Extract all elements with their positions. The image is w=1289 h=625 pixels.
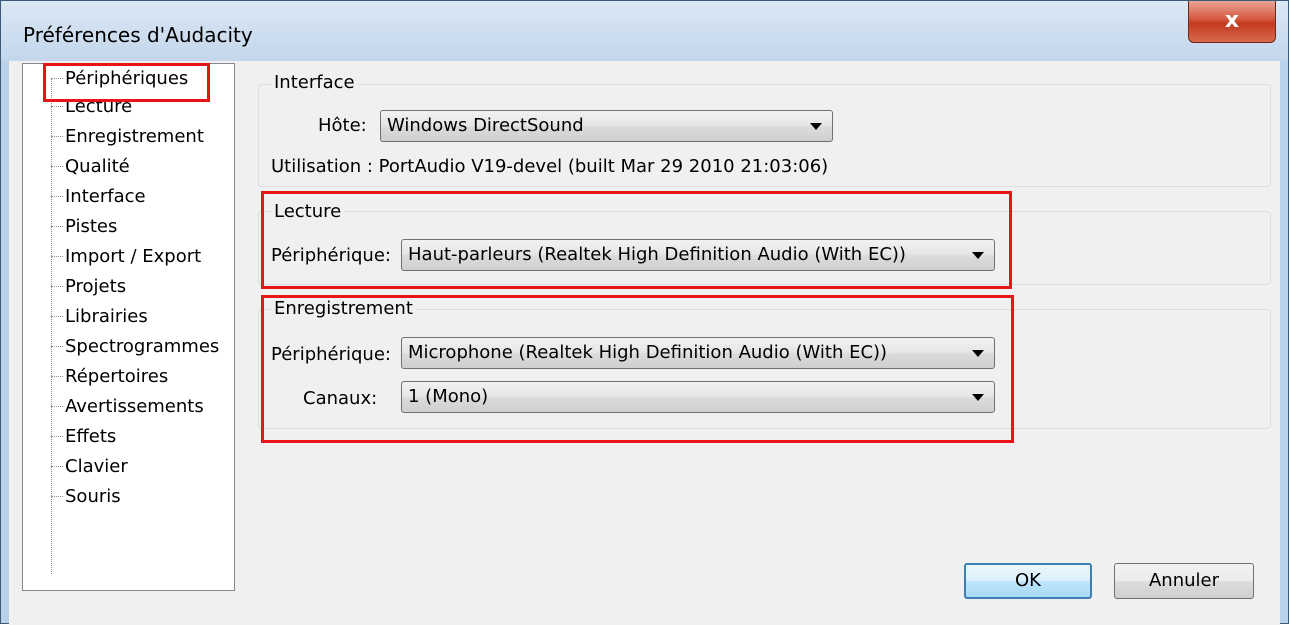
tree-item-label: Enregistrement xyxy=(65,125,204,147)
preferences-tree[interactable]: Périphériques Lecture Enregistrement Qua… xyxy=(22,63,235,591)
host-label: Hôte: xyxy=(318,115,367,136)
tree-item-import-export[interactable]: Import / Export xyxy=(51,242,201,270)
tree-item-effets[interactable]: Effets xyxy=(51,422,116,450)
tree-item-label: Souris xyxy=(65,485,121,507)
tree-item-avertissements[interactable]: Avertissements xyxy=(51,392,204,420)
host-select-value: Windows DirectSound xyxy=(387,115,584,136)
close-button[interactable]: x xyxy=(1188,1,1276,43)
tree-item-label: Interface xyxy=(65,185,146,207)
tree-item-souris[interactable]: Souris xyxy=(51,482,121,510)
tree-item-label: Spectrogrammes xyxy=(65,335,220,357)
tree-item-projets[interactable]: Projets xyxy=(51,272,126,300)
tree-item-enregistrement[interactable]: Enregistrement xyxy=(51,122,204,150)
interface-group-title: Interface xyxy=(271,72,358,93)
tree-item-label: Répertoires xyxy=(65,365,169,387)
tree-item-label: Projets xyxy=(65,275,127,297)
highlight-box-recording xyxy=(261,295,1014,443)
tree-item-label: Librairies xyxy=(65,305,148,327)
tree-item-spectrogrammes[interactable]: Spectrogrammes xyxy=(51,332,219,360)
host-select[interactable]: Windows DirectSound xyxy=(380,110,833,142)
window-title: Préférences d'Audacity xyxy=(23,23,253,47)
highlight-box-playback xyxy=(261,191,1012,289)
usage-text: Utilisation : PortAudio V19-devel (built… xyxy=(271,156,829,177)
chevron-down-icon xyxy=(810,123,822,130)
preferences-window: Préférences d'Audacity x Périphériques L… xyxy=(0,0,1289,625)
tree-item-label: Import / Export xyxy=(65,245,202,267)
tree-item-interface[interactable]: Interface xyxy=(51,182,146,210)
tree-item-pistes[interactable]: Pistes xyxy=(51,212,117,240)
title-bar[interactable]: Préférences d'Audacity x xyxy=(1,1,1288,61)
tree-item-label: Qualité xyxy=(65,155,130,177)
cancel-button[interactable]: Annuler xyxy=(1114,563,1254,599)
ok-button[interactable]: OK xyxy=(964,563,1092,599)
tree-item-repertoires[interactable]: Répertoires xyxy=(51,362,168,390)
tree-item-librairies[interactable]: Librairies xyxy=(51,302,148,330)
highlight-box-peripheriques xyxy=(43,63,210,102)
tree-item-label: Clavier xyxy=(65,455,128,477)
tree-item-label: Pistes xyxy=(65,215,118,237)
tree-item-label: Avertissements xyxy=(65,395,204,417)
close-icon: x xyxy=(1224,8,1240,33)
tree-item-label: Effets xyxy=(65,425,117,447)
tree-item-clavier[interactable]: Clavier xyxy=(51,452,128,480)
tree-item-qualite[interactable]: Qualité xyxy=(51,152,130,180)
